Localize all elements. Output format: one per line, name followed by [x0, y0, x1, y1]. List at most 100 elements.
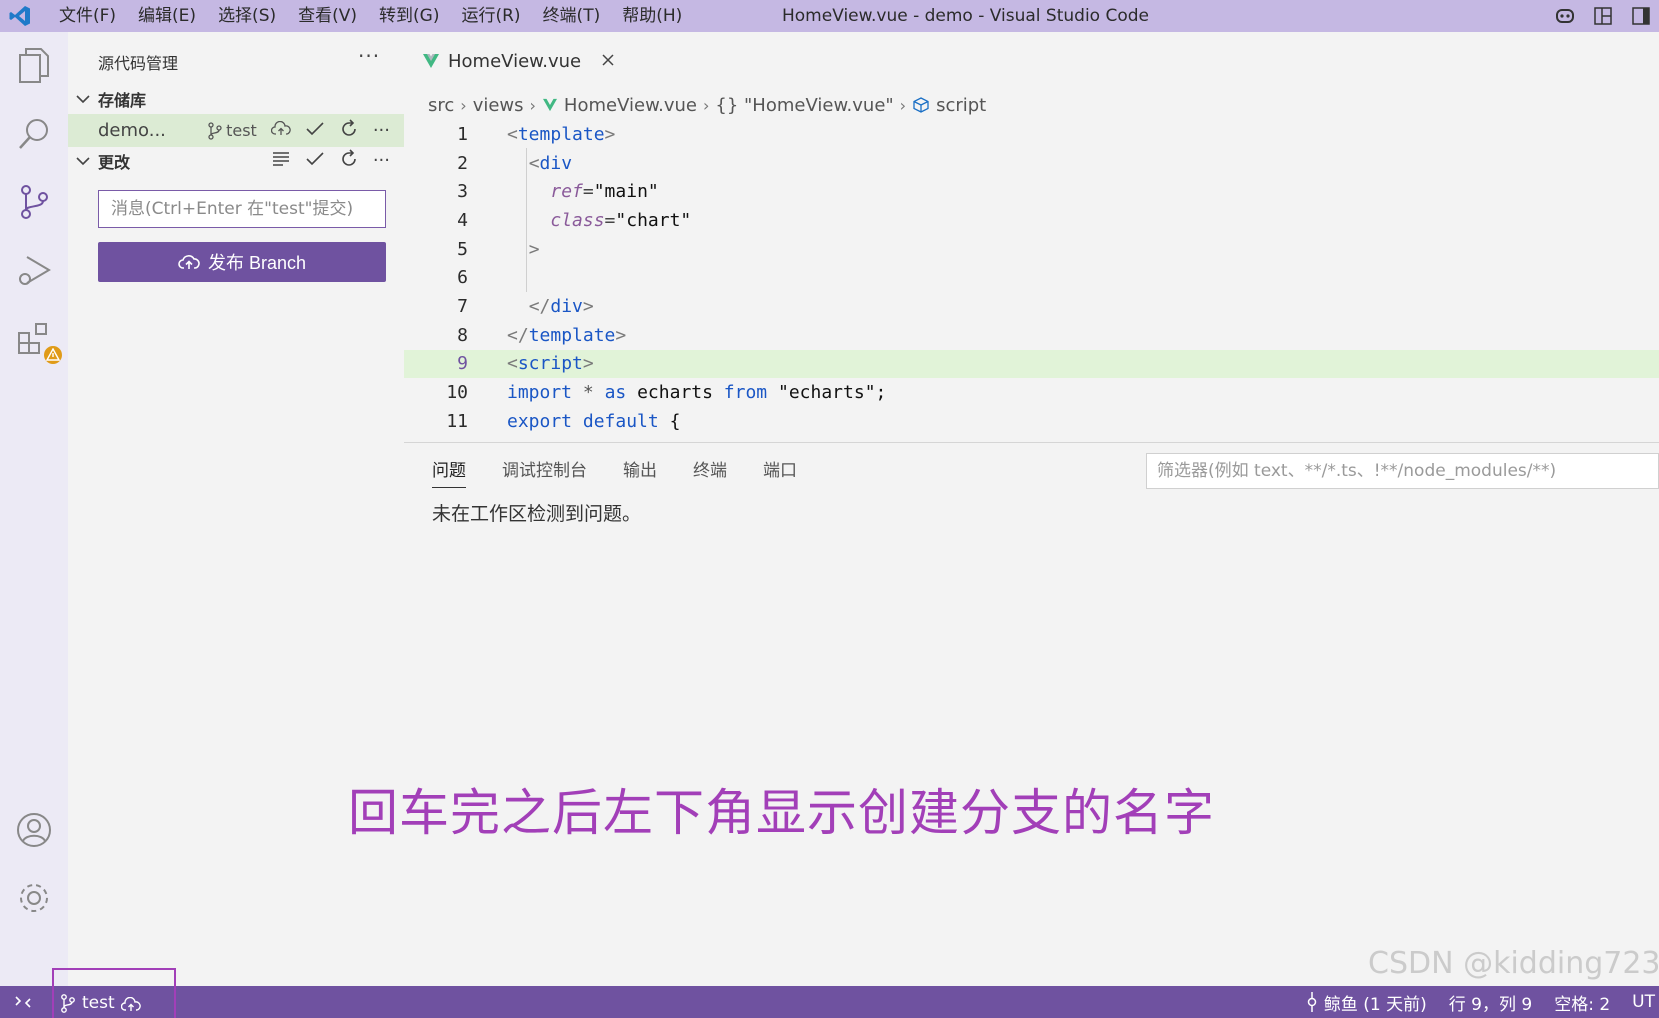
menu-item-2[interactable]: 选择(S) [207, 0, 287, 32]
menu-item-5[interactable]: 运行(R) [450, 0, 531, 32]
sidebar-more-actions-button[interactable]: ··· [358, 44, 380, 68]
changes-more-icon[interactable]: ··· [373, 150, 390, 171]
publish-branch-label: 发布 Branch [207, 253, 307, 273]
problems-filter-input[interactable] [1146, 453, 1659, 489]
line-number: 2 [457, 152, 468, 174]
code-line[interactable]: 10 import * as echarts from "echarts"; [404, 378, 1659, 407]
toggle-secondary-sidebar-icon[interactable] [1629, 4, 1653, 28]
tab-label: HomeView.vue [448, 50, 582, 72]
editor-area: HomeView.vue src › views › HomeView.vue … [404, 32, 1659, 442]
repo-more-icon[interactable]: ··· [373, 120, 390, 141]
menu-item-7[interactable]: 帮助(H) [611, 0, 693, 32]
cloud-upload-icon [178, 255, 200, 269]
line-number: 6 [457, 267, 468, 289]
code-editor[interactable]: 1 <template> 2 <div 3 ref="main" 4 class="ch… [404, 120, 1659, 436]
line-number: 1 [457, 123, 468, 145]
warning-badge-icon [42, 344, 64, 366]
chevron-right-icon: › [460, 95, 467, 115]
chevron-right-icon: › [529, 95, 536, 115]
git-blame-label: 鲸鱼 (1 天前) [1323, 994, 1427, 1015]
changes-section-title: 更改 [98, 152, 131, 172]
code-text: import * as echarts from "echarts"; [507, 382, 887, 404]
menu-item-0[interactable]: 文件(F) [48, 0, 127, 32]
menu-item-3[interactable]: 查看(V) [287, 0, 368, 32]
code-line[interactable]: 6 [404, 263, 1659, 292]
window-title: HomeView.vue - demo - Visual Studio Code [782, 6, 1150, 26]
menu-item-6[interactable]: 终端(T) [532, 0, 612, 32]
chevron-down-icon [68, 156, 98, 166]
repositories-section-title: 存储库 [98, 90, 147, 110]
activity-bar [0, 32, 68, 986]
search-icon[interactable] [12, 112, 56, 156]
commit-check-icon[interactable] [305, 151, 325, 171]
code-line[interactable]: 8 </template> [404, 321, 1659, 350]
code-text: class="chart" [550, 209, 692, 231]
panel-tab-4[interactable]: 端口 [763, 456, 797, 481]
code-line[interactable]: 11 export default { [404, 407, 1659, 436]
repo-branch-button[interactable]: test [207, 121, 257, 140]
code-line[interactable]: 2 <div [404, 149, 1659, 178]
source-control-icon[interactable] [12, 180, 56, 224]
code-line[interactable]: 4 class="chart" [404, 206, 1659, 235]
breadcrumb-file[interactable]: HomeView.vue [564, 95, 697, 116]
branch-icon [61, 994, 75, 1013]
manage-gear-icon[interactable] [12, 876, 56, 920]
close-icon[interactable] [601, 51, 615, 72]
cursor-position-item[interactable]: 行 9，列 9 [1449, 990, 1532, 1015]
bottom-panel: 问题 调试控制台 输出 终端 端口 未在工作区检测到问题。 回车完之后左下角显示创建分支… [348, 442, 1659, 986]
title-bar: 文件(F) 编辑(E) 选择(S) 查看(V) 转到(G) 运行(R) 终端(T) 帮助(H)… [0, 0, 1659, 32]
code-line[interactable]: 9 <script> [404, 349, 1659, 379]
watermark: CSDN @kidding723 [1368, 946, 1659, 981]
breadcrumb: src › views › HomeView.vue › {} "HomeVie… [428, 90, 986, 120]
chevron-down-icon [68, 94, 98, 104]
explorer-icon[interactable] [12, 44, 56, 88]
code-text: ref="main" [550, 181, 659, 203]
code-line[interactable]: 1 <template> [404, 120, 1659, 149]
menu-item-4[interactable]: 转到(G) [368, 0, 450, 32]
code-text: <div [528, 152, 573, 174]
line-number: 8 [457, 324, 468, 346]
refresh-icon[interactable] [339, 118, 359, 143]
refresh-icon[interactable] [339, 148, 359, 173]
breadcrumb-symbol[interactable]: {} "HomeView.vue" [715, 95, 893, 116]
breadcrumb-src[interactable]: src [428, 95, 454, 116]
repositories-section-header[interactable]: 存储库 [68, 82, 404, 115]
changes-section-header[interactable]: 更改 ··· [68, 144, 404, 177]
code-line[interactable]: 5 > [404, 235, 1659, 264]
line-number: 10 [446, 382, 468, 404]
git-blame-item[interactable]: 鲸鱼 (1 天前) [1306, 990, 1427, 1015]
encoding-item[interactable]: UT [1632, 992, 1655, 1012]
commit-check-icon[interactable] [305, 121, 325, 141]
accounts-icon[interactable] [12, 808, 56, 852]
publish-cloud-icon[interactable] [270, 120, 291, 141]
line-number: 4 [457, 209, 468, 231]
tab-homeview-vue[interactable]: HomeView.vue [422, 38, 615, 84]
run-and-debug-icon[interactable] [12, 248, 56, 292]
code-line[interactable]: 3 ref="main" [404, 177, 1659, 206]
publish-cloud-icon[interactable] [120, 997, 141, 1013]
repository-name: demo... [98, 120, 166, 141]
remote-indicator-icon[interactable] [0, 986, 46, 1018]
publish-branch-button[interactable]: 发布 Branch [98, 242, 386, 282]
extensions-icon[interactable] [12, 316, 64, 366]
statusbar-branch-button[interactable]: test [52, 968, 176, 1018]
breadcrumb-script[interactable]: script [936, 95, 986, 116]
panel-tab-1[interactable]: 调试控制台 [502, 456, 587, 481]
indentation-item[interactable]: 空格: 2 [1554, 990, 1610, 1015]
code-line[interactable]: 7 </div> [404, 292, 1659, 321]
no-problems-message: 未在工作区检测到问题。 [432, 503, 642, 525]
panel-tab-2[interactable]: 输出 [623, 456, 657, 481]
menu-item-1[interactable]: 编辑(E) [127, 0, 207, 32]
copilot-icon[interactable] [1553, 4, 1577, 28]
view-as-list-icon[interactable] [271, 151, 291, 171]
line-number: 7 [457, 295, 468, 317]
repository-row[interactable]: demo... test ··· [68, 114, 404, 147]
panel-tab-0[interactable]: 问题 [432, 449, 466, 488]
customize-layout-icon[interactable] [1591, 4, 1615, 28]
code-text: > [528, 238, 540, 260]
code-text: export default { [507, 410, 681, 432]
breadcrumb-views[interactable]: views [473, 95, 524, 116]
commit-message-input[interactable] [98, 190, 386, 228]
chevron-right-icon: › [703, 95, 710, 115]
panel-tab-3[interactable]: 终端 [693, 456, 727, 481]
